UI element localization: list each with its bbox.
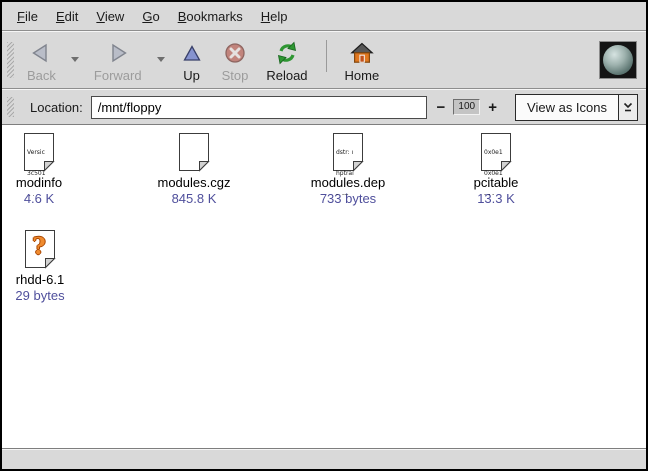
zoom-level-indicator: 100 (453, 99, 480, 115)
file-manager-window: File Edit View Go Bookmarks Help Back Fo… (0, 0, 648, 471)
file-size: 845.8 K (172, 192, 217, 206)
stop-icon (223, 39, 247, 66)
chevron-down-icon (70, 56, 80, 63)
up-button[interactable]: Up (171, 34, 213, 86)
file-item-modules-dep[interactable]: dstr: ı hptrai - --- modules.dep 733 byt… (278, 132, 418, 206)
icon-preview-line: . . (27, 191, 48, 198)
location-input[interactable] (91, 96, 427, 119)
unknown-file-icon: ? (24, 229, 56, 269)
menu-file[interactable]: File (8, 5, 47, 28)
file-item-pcitable[interactable]: 0x0e1 0x0e1 - - - pcitable 13.3 K (426, 132, 566, 206)
icon-preview-line: 3c501 (27, 170, 48, 177)
blank-file-icon (178, 132, 210, 172)
view-mode-label: View as Icons (516, 100, 618, 115)
icon-preview-line: - - - (484, 191, 505, 198)
forward-button[interactable]: Forward (85, 34, 151, 86)
location-bar-grip-handle[interactable] (7, 97, 14, 117)
file-name: rhdd-6.1 (16, 273, 64, 287)
zoom-in-button[interactable]: + (484, 99, 501, 116)
status-bar (2, 448, 646, 469)
menu-help[interactable]: Help (252, 5, 297, 28)
menu-bar: File Edit View Go Bookmarks Help (2, 2, 646, 30)
home-label: Home (345, 68, 380, 83)
location-label: Location: (30, 100, 83, 115)
icon-preview-line: hptrai (336, 170, 357, 177)
zoom-out-button[interactable]: − (433, 99, 450, 116)
file-item-modules-cgz[interactable]: modules.cgz 845.8 K (124, 132, 264, 206)
up-label: Up (183, 68, 200, 83)
toolbar-separator (326, 40, 327, 72)
menu-go[interactable]: Go (133, 5, 168, 28)
icon-preview-line: 0x0e1 (484, 170, 505, 177)
up-icon (180, 39, 204, 66)
icon-preview-line: dstr: ı (336, 149, 357, 156)
toolbar-grip-handle[interactable] (7, 42, 14, 78)
text-file-icon: 0x0e1 0x0e1 - - - (480, 132, 512, 172)
back-button[interactable]: Back (18, 34, 65, 86)
menu-edit[interactable]: Edit (47, 5, 87, 28)
menu-view[interactable]: View (87, 5, 133, 28)
text-file-icon: Versic 3c501 . . (23, 132, 55, 172)
forward-label: Forward (94, 68, 142, 83)
stop-label: Stop (222, 68, 249, 83)
back-icon (29, 39, 53, 66)
icon-view-canvas[interactable]: Versic 3c501 . . modinfo 4.6 K modules.c… (2, 124, 646, 448)
question-mark-icon: ? (24, 233, 54, 260)
forward-history-dropdown[interactable] (151, 34, 171, 86)
file-size: 29 bytes (15, 289, 64, 303)
back-label: Back (27, 68, 56, 83)
forward-icon (106, 39, 130, 66)
toolbar: Back Forward Up (2, 32, 646, 88)
icon-preview-line: Versic (27, 149, 48, 156)
reload-button[interactable]: Reload (257, 34, 316, 86)
reload-icon (275, 39, 299, 66)
throbber-sphere-icon (603, 45, 633, 75)
file-name: modules.cgz (158, 176, 231, 190)
file-item-rhdd[interactable]: ? rhdd-6.1 29 bytes (0, 229, 110, 303)
menu-bookmarks[interactable]: Bookmarks (169, 5, 252, 28)
icon-preview-line: 0x0e1 (484, 149, 505, 156)
dropdown-indicator-icon[interactable] (618, 95, 637, 120)
reload-label: Reload (266, 68, 307, 83)
location-bar: Location: − 100 + View as Icons (2, 90, 646, 124)
throbber (599, 41, 637, 79)
text-file-icon: dstr: ı hptrai - --- (332, 132, 364, 172)
back-history-dropdown[interactable] (65, 34, 85, 86)
chevron-down-icon (156, 56, 166, 63)
view-mode-dropdown[interactable]: View as Icons (515, 94, 638, 121)
icon-preview-line: - --- (336, 191, 357, 198)
stop-button[interactable]: Stop (213, 34, 258, 86)
home-icon (350, 39, 374, 66)
home-button[interactable]: Home (336, 34, 389, 86)
file-item-modinfo[interactable]: Versic 3c501 . . modinfo 4.6 K (0, 132, 109, 206)
